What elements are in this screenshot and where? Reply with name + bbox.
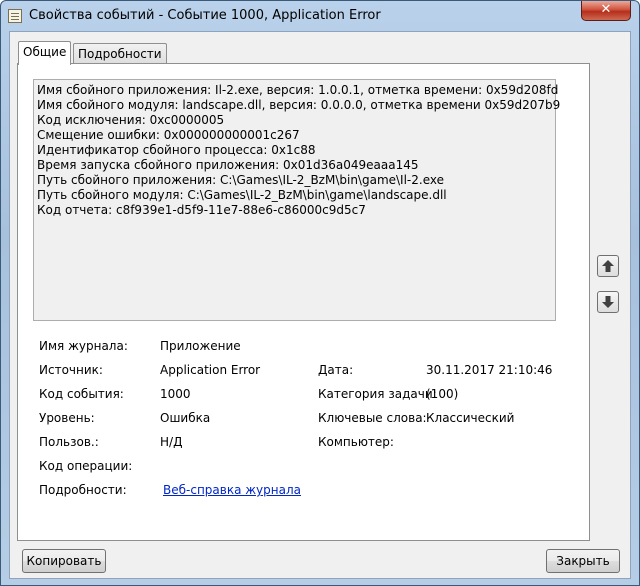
log-name-value: Приложение	[160, 339, 241, 353]
user-value: Н/Д	[160, 435, 183, 449]
level-label: Уровень:	[39, 411, 95, 425]
copy-button[interactable]: Копировать	[22, 549, 106, 573]
level-value: Ошибка	[160, 411, 211, 425]
description-line: Путь сбойного приложения: C:\Games\IL-2_…	[37, 173, 444, 187]
event-viewer-icon	[8, 9, 22, 23]
title-bar[interactable]: Свойства событий - Событие 1000, Applica…	[1, 1, 639, 31]
description-line: Смещение ошибки: 0x000000000001c267	[37, 128, 300, 142]
previous-event-button[interactable]	[597, 255, 619, 277]
event-id-label: Код события:	[39, 387, 124, 401]
event-id-value: 1000	[160, 387, 191, 401]
description-line: Путь сбойного модуля: C:\Games\IL-2_BzM\…	[37, 188, 447, 202]
arrow-down-icon	[602, 296, 614, 308]
task-category-value: (100)	[426, 387, 459, 401]
window-title: Свойства событий - Событие 1000, Applica…	[29, 8, 381, 23]
event-properties-window: Свойства событий - Событие 1000, Applica…	[0, 0, 640, 586]
dialog-client-area: Общие Подробности Имя сбойного приложени…	[9, 31, 631, 579]
user-label: Пользов.:	[39, 435, 99, 449]
source-value: Application Error	[160, 363, 261, 377]
source-label: Источник:	[39, 363, 103, 377]
next-event-button[interactable]	[597, 291, 619, 313]
arrow-up-icon	[602, 260, 614, 272]
opcode-label: Код операции:	[39, 459, 133, 473]
general-tab-panel: Имя сбойного приложения: Il-2.exe, верси…	[17, 63, 590, 541]
log-name-label: Имя журнала:	[39, 339, 128, 353]
date-label: Дата:	[318, 363, 354, 377]
details-label: Подробности:	[39, 483, 127, 497]
window-close-button[interactable]: ✕	[581, 1, 631, 21]
description-line: Код исключения: 0xc0000005	[37, 113, 225, 127]
date-value: 30.11.2017 21:10:46	[426, 363, 553, 377]
computer-label: Компьютер:	[318, 435, 394, 449]
description-line: Время запуска сбойного приложения: 0x01d…	[37, 158, 419, 172]
event-description-textbox[interactable]: Имя сбойного приложения: Il-2.exe, верси…	[33, 79, 561, 321]
description-line: Идентификатор сбойного процесса: 0x1c88	[37, 143, 316, 157]
keywords-value: Классический	[426, 411, 515, 425]
description-line: Имя сбойного приложения: Il-2.exe, верси…	[37, 83, 559, 97]
event-log-online-help-link[interactable]: Веб-справка журнала	[163, 483, 301, 497]
description-line: Код отчета: c8f939e1-d5f9-11e7-88e6-c860…	[37, 203, 366, 217]
tab-general[interactable]: Общие	[18, 41, 72, 65]
keywords-label: Ключевые слова:	[318, 411, 427, 425]
task-category-label: Категория задачи:	[318, 387, 437, 401]
tab-details[interactable]: Подробности	[73, 43, 167, 65]
close-button[interactable]: Закрыть	[546, 549, 620, 573]
description-line: Имя сбойного модуля: landscape.dll, верс…	[37, 98, 561, 112]
